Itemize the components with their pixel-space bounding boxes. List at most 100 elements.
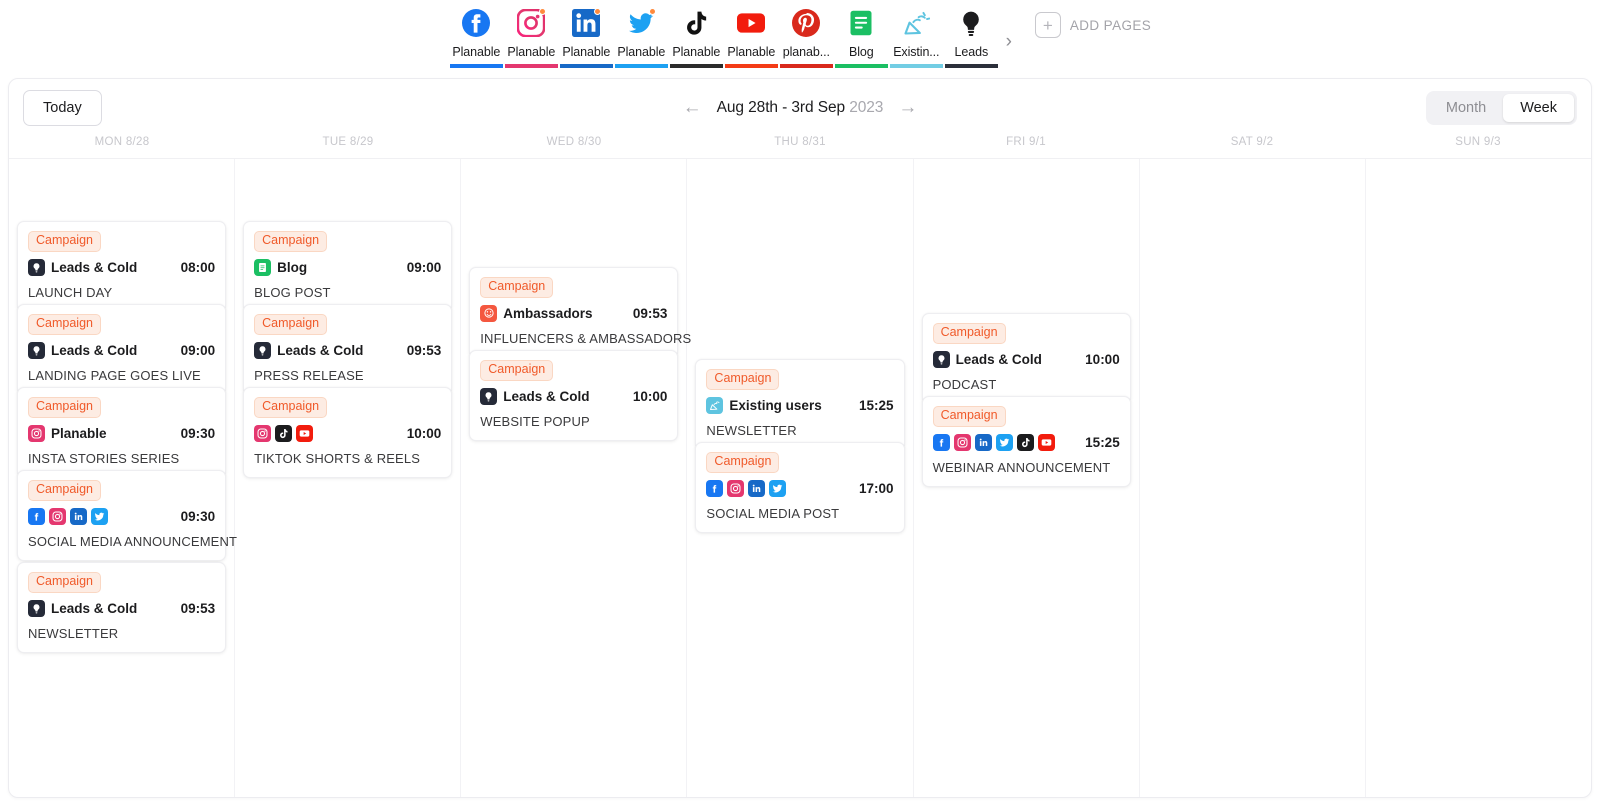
event-channel: Leads & Cold: [28, 342, 137, 359]
twitter-icon: [996, 434, 1013, 451]
event-card[interactable]: Campaign Leads & Cold09:00LANDING PAGE G…: [17, 304, 226, 395]
day-header-0: MON 8/28: [9, 136, 235, 158]
page-tab-1[interactable]: Planable: [504, 0, 559, 73]
event-card[interactable]: Campaign 09:30SOCIAL MEDIA ANNOUNCEMENT: [17, 470, 226, 561]
plus-icon: +: [1035, 12, 1061, 38]
event-channel-label: Leads & Cold: [51, 343, 137, 358]
view-option-week[interactable]: Week: [1503, 94, 1574, 122]
add-pages-button[interactable]: + ADD PAGES: [1035, 12, 1151, 38]
page-tab-accent-bar: [890, 64, 943, 68]
leads-cold-icon: [957, 9, 985, 37]
day-column-0[interactable]: Campaign Leads & Cold08:00 LAUNCH DAY Camp…: [9, 159, 235, 798]
event-card[interactable]: Campaign Leads & Cold10:00WEBSITE POPUP: [469, 350, 678, 441]
day-column-3[interactable]: Campaign Existing users15:25NEWSLETTERCa…: [687, 159, 913, 798]
page-tab-accent-bar: [945, 64, 998, 68]
page-tab-label: Planable: [672, 45, 720, 59]
view-option-month[interactable]: Month: [1429, 94, 1503, 122]
page-tab-accent-bar: [560, 64, 613, 68]
event-time: 10:00: [401, 426, 442, 441]
event-meta-row: Planable 09:30: [28, 425, 215, 442]
page-tab-9[interactable]: Leads: [944, 0, 999, 73]
page-tab-accent-bar: [450, 64, 503, 68]
page-tab-6[interactable]: planab...: [779, 0, 834, 73]
page-tab-8[interactable]: Existin...: [889, 0, 944, 73]
event-channel: Existing users: [706, 397, 821, 414]
event-card[interactable]: Campaign Leads & Cold09:53PRESS RELEASE: [243, 304, 452, 395]
instagram-icon: [28, 425, 45, 442]
event-meta-row: Leads & Cold 10:00: [933, 351, 1120, 368]
day-column-5[interactable]: [1140, 159, 1366, 798]
page-tab-4[interactable]: Planable: [669, 0, 724, 73]
event-meta-row: Leads & Cold09:53: [28, 600, 215, 617]
status-badge: Campaign: [706, 369, 779, 390]
ambassadors-icon: [480, 305, 497, 322]
page-tab-accent-bar: [670, 64, 723, 68]
facebook-icon: [28, 508, 45, 525]
event-channel: Leads & Cold: [28, 259, 137, 276]
event-time: 09:30: [175, 509, 216, 524]
event-time: 10:00: [1079, 352, 1120, 367]
page-tab-7[interactable]: Blog: [834, 0, 889, 73]
event-channel-label: Leads & Cold: [51, 601, 137, 616]
event-card[interactable]: Campaign 15:25WEBINAR ANNOUNCEMENT: [922, 396, 1131, 487]
instagram-icon: [254, 425, 271, 442]
tiktok-icon: [275, 425, 292, 442]
youtube-icon: [737, 9, 765, 37]
event-meta-row: Leads & Cold08:00: [28, 259, 215, 276]
tiktok-icon: [682, 9, 710, 37]
day-column-1[interactable]: Campaign Blog09:00BLOG POSTCampaign Lead…: [235, 159, 461, 798]
arrow-left-icon[interactable]: ←: [683, 98, 702, 117]
page-tab-label: Planable: [617, 45, 665, 59]
twitter-icon: [769, 480, 786, 497]
event-channel: Leads & Cold: [933, 351, 1042, 368]
day-header-6: SUN 9/3: [1365, 136, 1591, 158]
event-channel-label: Planable: [51, 426, 107, 441]
event-meta-row: Ambassadors 09:53: [480, 305, 667, 322]
event-title: TIKTOK SHORTS & REELS: [254, 451, 441, 466]
tabs-next-chevron-icon[interactable]: ›: [999, 22, 1019, 62]
event-title: SOCIAL MEDIA ANNOUNCEMENT: [28, 534, 215, 549]
leads-cold-icon: [480, 388, 497, 405]
event-meta-row: 10:00: [254, 425, 441, 442]
today-button[interactable]: Today: [23, 90, 102, 126]
event-time: 09:53: [627, 306, 668, 321]
day-column-2[interactable]: Campaign Ambassadors09:53INFLUENCERS & A…: [461, 159, 687, 798]
event-card[interactable]: Campaign Leads & Cold10:00PODCAST: [922, 313, 1131, 404]
event-card[interactable]: Campaign Leads & Cold08:00LAUNCH DAY: [17, 221, 226, 312]
status-badge: Campaign: [254, 314, 327, 335]
day-header-5: SAT 9/2: [1139, 136, 1365, 158]
day-column-6[interactable]: [1366, 159, 1591, 798]
day-column-4[interactable]: Campaign Leads & Cold10:00PODCASTCampaig…: [914, 159, 1140, 798]
event-channel: Ambassadors: [480, 305, 592, 322]
event-card[interactable]: Campaign Ambassadors09:53INFLUENCERS & A…: [469, 267, 678, 358]
youtube-icon: [296, 425, 313, 442]
event-card[interactable]: Campaign Leads & Cold09:53NEWSLETTER: [17, 562, 226, 653]
page-tab-3[interactable]: Planable: [614, 0, 669, 73]
status-badge: Campaign: [480, 277, 553, 298]
page-tab-accent-bar: [835, 64, 888, 68]
event-card[interactable]: Campaign Existing users15:25NEWSLETTER: [695, 359, 904, 450]
status-badge: Campaign: [254, 397, 327, 418]
week-grid: Campaign Leads & Cold08:00 LAUNCH DAY Camp…: [9, 158, 1591, 798]
linkedin-icon: [70, 508, 87, 525]
event-channel-label: Leads & Cold: [956, 352, 1042, 367]
calendar-panel: Today ← Aug 28th - 3rd Sep 2023 → MonthW…: [8, 78, 1592, 798]
event-card[interactable]: Campaign 10:00 TIKTOK SHORTS & REELS: [243, 387, 452, 478]
date-navigator: ← Aug 28th - 3rd Sep 2023 →: [9, 98, 1591, 117]
page-tab-5[interactable]: Planable: [724, 0, 779, 73]
status-badge: Campaign: [28, 397, 101, 418]
page-tab-2[interactable]: Planable: [559, 0, 614, 73]
event-card[interactable]: Campaign 17:00SOCIAL MEDIA POST: [695, 442, 904, 533]
instagram-icon: [727, 480, 744, 497]
event-title: LAUNCH DAY: [28, 285, 215, 300]
event-title: INSTA STORIES SERIES: [28, 451, 215, 466]
instagram-icon: [49, 508, 66, 525]
event-card[interactable]: Campaign Planable 09:30 INSTA STORIES SERI…: [17, 387, 226, 478]
event-card[interactable]: Campaign Blog09:00BLOG POST: [243, 221, 452, 312]
event-meta-row: Leads & Cold10:00: [480, 388, 667, 405]
event-time: 09:30: [175, 426, 216, 441]
arrow-right-icon[interactable]: →: [898, 98, 917, 117]
day-header-2: WED 8/30: [461, 136, 687, 158]
page-tab-0[interactable]: Planable: [449, 0, 504, 73]
linkedin-icon: [748, 480, 765, 497]
